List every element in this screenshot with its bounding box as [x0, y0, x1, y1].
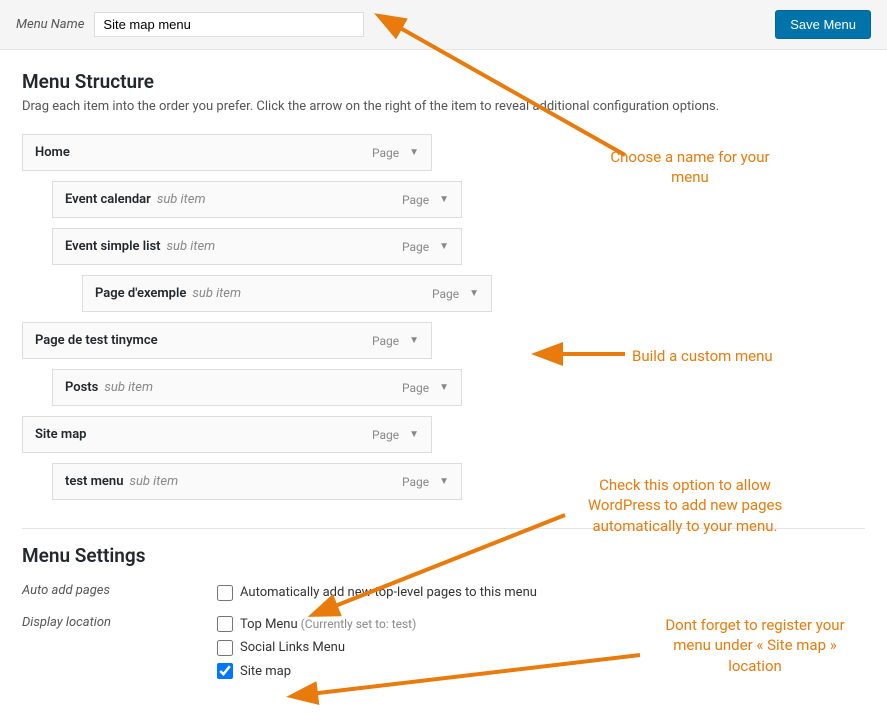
menu-item-subtitle: sub item — [192, 286, 241, 301]
chevron-down-icon[interactable]: ▼ — [439, 241, 449, 252]
auto-add-pages-text: Automatically add new top-level pages to… — [240, 583, 537, 603]
menu-item-type: Page — [402, 193, 429, 207]
menu-item[interactable]: Page de test tinymce Page ▼ — [22, 322, 432, 359]
menu-item-subtitle: sub item — [167, 239, 216, 254]
menu-structure-description: Drag each item into the order you prefer… — [22, 99, 865, 114]
menu-header-bar: Menu Name Save Menu — [0, 0, 887, 50]
location-label: Social Links Menu — [240, 638, 345, 658]
menu-settings-title: Menu Settings — [22, 544, 865, 567]
menu-item-title: Event calendar — [65, 192, 151, 207]
chevron-down-icon[interactable]: ▼ — [409, 429, 419, 440]
menu-structure-title: Menu Structure — [22, 70, 865, 93]
menu-item-type: Page — [372, 146, 399, 160]
menu-item-title: Site map — [35, 427, 87, 442]
menu-item[interactable]: test menu sub item Page ▼ — [52, 463, 462, 500]
menu-item[interactable]: Posts sub item Page ▼ — [52, 369, 462, 406]
menu-items-list: Home Page ▼ Event calendar sub item Page… — [22, 134, 865, 500]
menu-item-type: Page — [372, 334, 399, 348]
menu-item-title: Posts — [65, 380, 98, 395]
save-menu-button[interactable]: Save Menu — [775, 10, 871, 39]
chevron-down-icon[interactable]: ▼ — [469, 288, 479, 299]
location-site-map-checkbox[interactable] — [217, 663, 233, 679]
menu-item-type: Page — [402, 240, 429, 254]
menu-item-subtitle: sub item — [129, 474, 178, 489]
auto-add-pages-checkbox[interactable] — [217, 585, 233, 601]
menu-item-subtitle: sub item — [157, 192, 206, 207]
menu-item-subtitle: sub item — [104, 380, 153, 395]
menu-item-type: Page — [402, 381, 429, 395]
menu-item-type: Page — [402, 475, 429, 489]
location-top-menu-checkbox[interactable] — [217, 616, 233, 632]
location-label: Top Menu — [240, 615, 298, 635]
location-label: Site map — [240, 662, 291, 682]
chevron-down-icon[interactable]: ▼ — [439, 382, 449, 393]
location-social-links-checkbox[interactable] — [217, 640, 233, 656]
menu-item-title: Event simple list — [65, 239, 161, 254]
menu-item[interactable]: Event simple list sub item Page ▼ — [52, 228, 462, 265]
display-location-label: Display location — [22, 615, 217, 686]
chevron-down-icon[interactable]: ▼ — [439, 194, 449, 205]
menu-item[interactable]: Page d'exemple sub item Page ▼ — [82, 275, 492, 312]
menu-item-title: test menu — [65, 474, 123, 489]
menu-item[interactable]: Site map Page ▼ — [22, 416, 432, 453]
menu-item-title: Page d'exemple — [95, 286, 186, 301]
location-hint: (Currently set to: test) — [301, 615, 417, 633]
menu-item-title: Page de test tinymce — [35, 333, 158, 348]
menu-item[interactable]: Home Page ▼ — [22, 134, 432, 171]
auto-add-pages-label: Auto add pages — [22, 583, 217, 607]
menu-item-title: Home — [35, 145, 70, 160]
chevron-down-icon[interactable]: ▼ — [409, 335, 419, 346]
menu-name-label: Menu Name — [16, 17, 84, 32]
chevron-down-icon[interactable]: ▼ — [439, 476, 449, 487]
menu-name-input[interactable] — [94, 12, 364, 37]
menu-item[interactable]: Event calendar sub item Page ▼ — [52, 181, 462, 218]
divider — [22, 528, 865, 529]
menu-item-type: Page — [372, 428, 399, 442]
menu-item-type: Page — [432, 287, 459, 301]
chevron-down-icon[interactable]: ▼ — [409, 147, 419, 158]
